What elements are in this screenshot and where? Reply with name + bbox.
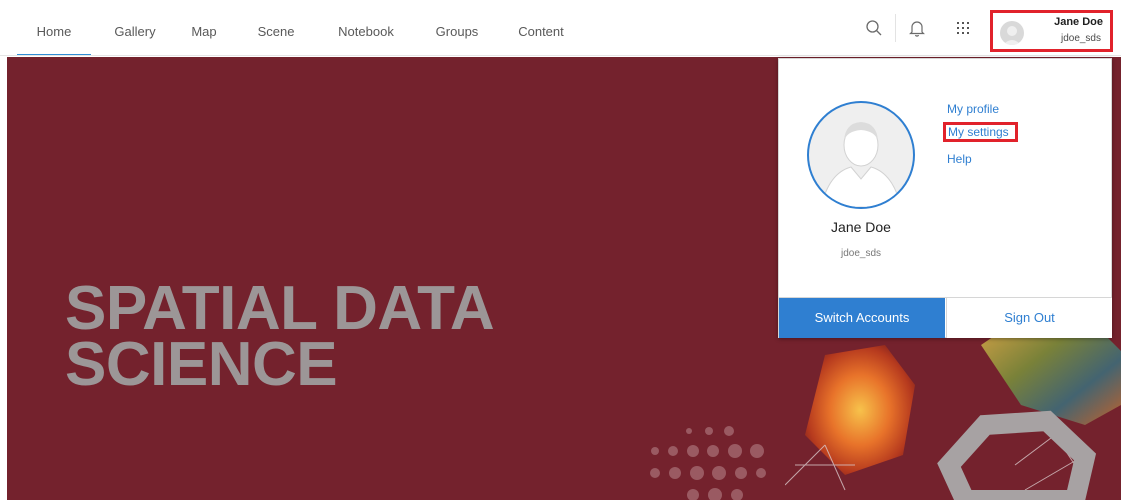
avatar xyxy=(1000,21,1024,45)
my-profile-link[interactable]: My profile xyxy=(947,102,999,116)
nav-content[interactable]: Content xyxy=(507,0,575,56)
top-navigation-bar: Home Gallery Map Scene Notebook Groups C… xyxy=(0,0,1121,56)
account-dropdown-panel: Jane Doe jdoe_sds My profile My settings… xyxy=(778,58,1112,338)
dropdown-footer: Switch Accounts Sign Out xyxy=(779,297,1112,338)
profile-name: Jane Doe xyxy=(831,219,891,235)
user-chip-username: jdoe_sds xyxy=(1060,33,1101,44)
decorative-hexagon-imagery xyxy=(785,315,1121,500)
switch-accounts-button[interactable]: Switch Accounts xyxy=(779,298,945,338)
nav-divider xyxy=(0,55,1121,56)
bell-icon[interactable] xyxy=(903,14,931,42)
user-chip-name: Jane Doe xyxy=(1054,16,1103,28)
help-link[interactable]: Help xyxy=(947,152,972,166)
nav-home[interactable]: Home xyxy=(17,0,91,56)
decorative-dot-pattern xyxy=(650,426,766,500)
user-account-button[interactable]: Jane Doe jdoe_sds xyxy=(990,10,1113,52)
nav-groups[interactable]: Groups xyxy=(425,0,489,56)
hero-title-line-2: SCIENCE xyxy=(65,330,338,399)
app-launcher-icon[interactable] xyxy=(949,14,977,42)
nav-scene[interactable]: Scene xyxy=(248,0,304,56)
hero-title-line-1: SPATIAL DATA xyxy=(65,274,495,343)
hero-title: SPATIAL DATA SCIENCE xyxy=(65,274,495,399)
sign-out-button[interactable]: Sign Out xyxy=(946,298,1112,338)
nav-icon-separator xyxy=(895,14,896,42)
profile-avatar xyxy=(807,101,915,209)
nav-notebook[interactable]: Notebook xyxy=(326,0,406,56)
profile-username: jdoe_sds xyxy=(840,248,882,259)
nav-gallery[interactable]: Gallery xyxy=(105,0,165,56)
search-icon[interactable] xyxy=(860,14,888,42)
my-settings-link[interactable]: My settings xyxy=(943,122,1018,142)
nav-map[interactable]: Map xyxy=(182,0,226,56)
